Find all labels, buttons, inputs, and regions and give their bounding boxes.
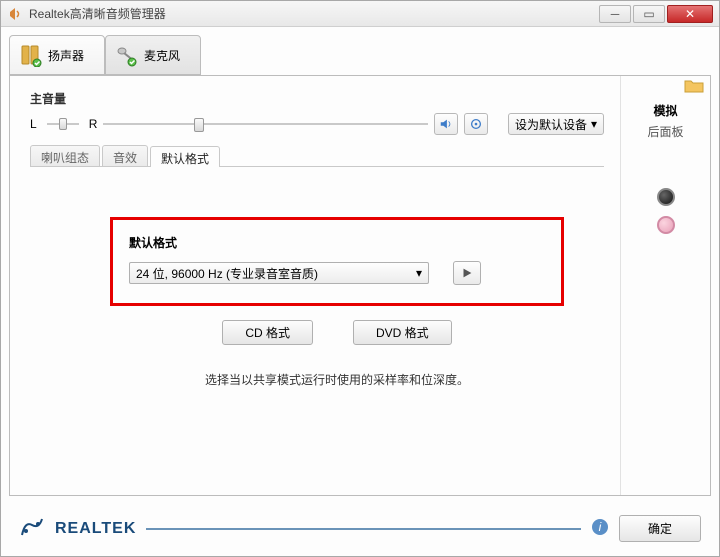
info-icon[interactable]: i <box>591 518 609 539</box>
realtek-logo-icon <box>19 517 45 540</box>
app-icon <box>7 6 23 22</box>
format-selected: 24 位, 96000 Hz (专业录音室音质) <box>136 265 318 282</box>
format-dropdown[interactable]: 24 位, 96000 Hz (专业录音室音质) ▾ <box>129 262 429 284</box>
microphone-icon <box>114 43 138 67</box>
balance-right-label: R <box>89 117 98 131</box>
play-test-button[interactable] <box>453 261 481 285</box>
dvd-format-button[interactable]: DVD 格式 <box>353 320 452 345</box>
client-area: 扬声器 麦克风 主音量 L R <box>9 35 711 496</box>
tab-speaker[interactable]: 扬声器 <box>9 35 105 75</box>
tab-microphone-label: 麦克风 <box>144 47 180 64</box>
default-format-pane: 默认格式 24 位, 96000 Hz (专业录音室音质) ▾ <box>30 167 604 408</box>
highlight-box: 默认格式 24 位, 96000 Hz (专业录音室音质) ▾ <box>110 217 564 306</box>
cd-format-button[interactable]: CD 格式 <box>222 320 313 345</box>
volume-slider[interactable] <box>103 116 428 132</box>
window-controls: ─ ▭ ✕ <box>597 5 713 23</box>
volume-settings-button[interactable] <box>464 113 488 135</box>
subtabs: 喇叭组态 音效 默认格式 <box>30 145 604 167</box>
svg-text:i: i <box>599 520 602 534</box>
format-hint-text: 选择当以共享模式运行时使用的采样率和位深度。 <box>110 371 564 388</box>
device-tabs: 扬声器 麦克风 <box>9 35 711 77</box>
footer: REALTEK i 确定 <box>19 515 701 542</box>
subtab-default-format[interactable]: 默认格式 <box>150 146 220 167</box>
jack-pink[interactable] <box>657 216 675 234</box>
jack-black[interactable] <box>657 188 675 206</box>
titlebar: Realtek高清晰音频管理器 ─ ▭ ✕ <box>1 1 719 27</box>
maximize-button[interactable]: ▭ <box>633 5 665 23</box>
default-format-title: 默认格式 <box>129 234 545 251</box>
subtab-speaker-config[interactable]: 喇叭组态 <box>30 145 100 166</box>
left-area: 主音量 L R <box>10 76 620 495</box>
main-volume-title: 主音量 <box>30 90 604 107</box>
folder-icon[interactable] <box>684 78 704 97</box>
footer-divider <box>146 528 581 530</box>
right-panel: 模拟 后面板 <box>620 76 710 495</box>
brand-text: REALTEK <box>55 520 136 538</box>
app-window: Realtek高清晰音频管理器 ─ ▭ ✕ 扬声器 麦克风 主音 <box>0 0 720 557</box>
mute-button[interactable] <box>434 113 458 135</box>
tab-microphone[interactable]: 麦克风 <box>105 35 201 75</box>
subtab-sound-effect[interactable]: 音效 <box>102 145 148 166</box>
speaker-icon <box>18 43 42 67</box>
set-default-label: 设为默认设备 <box>515 116 587 133</box>
minimize-button[interactable]: ─ <box>599 5 631 23</box>
chevron-down-icon: ▾ <box>416 266 422 280</box>
close-button[interactable]: ✕ <box>667 5 713 23</box>
ok-button[interactable]: 确定 <box>619 515 701 542</box>
set-default-device-button[interactable]: 设为默认设备 ▾ <box>508 113 604 135</box>
balance-slider[interactable] <box>43 116 83 132</box>
right-panel-sub: 后面板 <box>627 123 704 140</box>
right-panel-title: 模拟 <box>627 102 704 119</box>
main-panel: 主音量 L R <box>9 75 711 496</box>
window-title: Realtek高清晰音频管理器 <box>29 5 597 22</box>
balance-left-label: L <box>30 117 37 131</box>
volume-row: L R 设为默认设备 <box>30 113 604 135</box>
tab-speaker-label: 扬声器 <box>48 47 84 64</box>
chevron-down-icon: ▾ <box>591 117 597 131</box>
